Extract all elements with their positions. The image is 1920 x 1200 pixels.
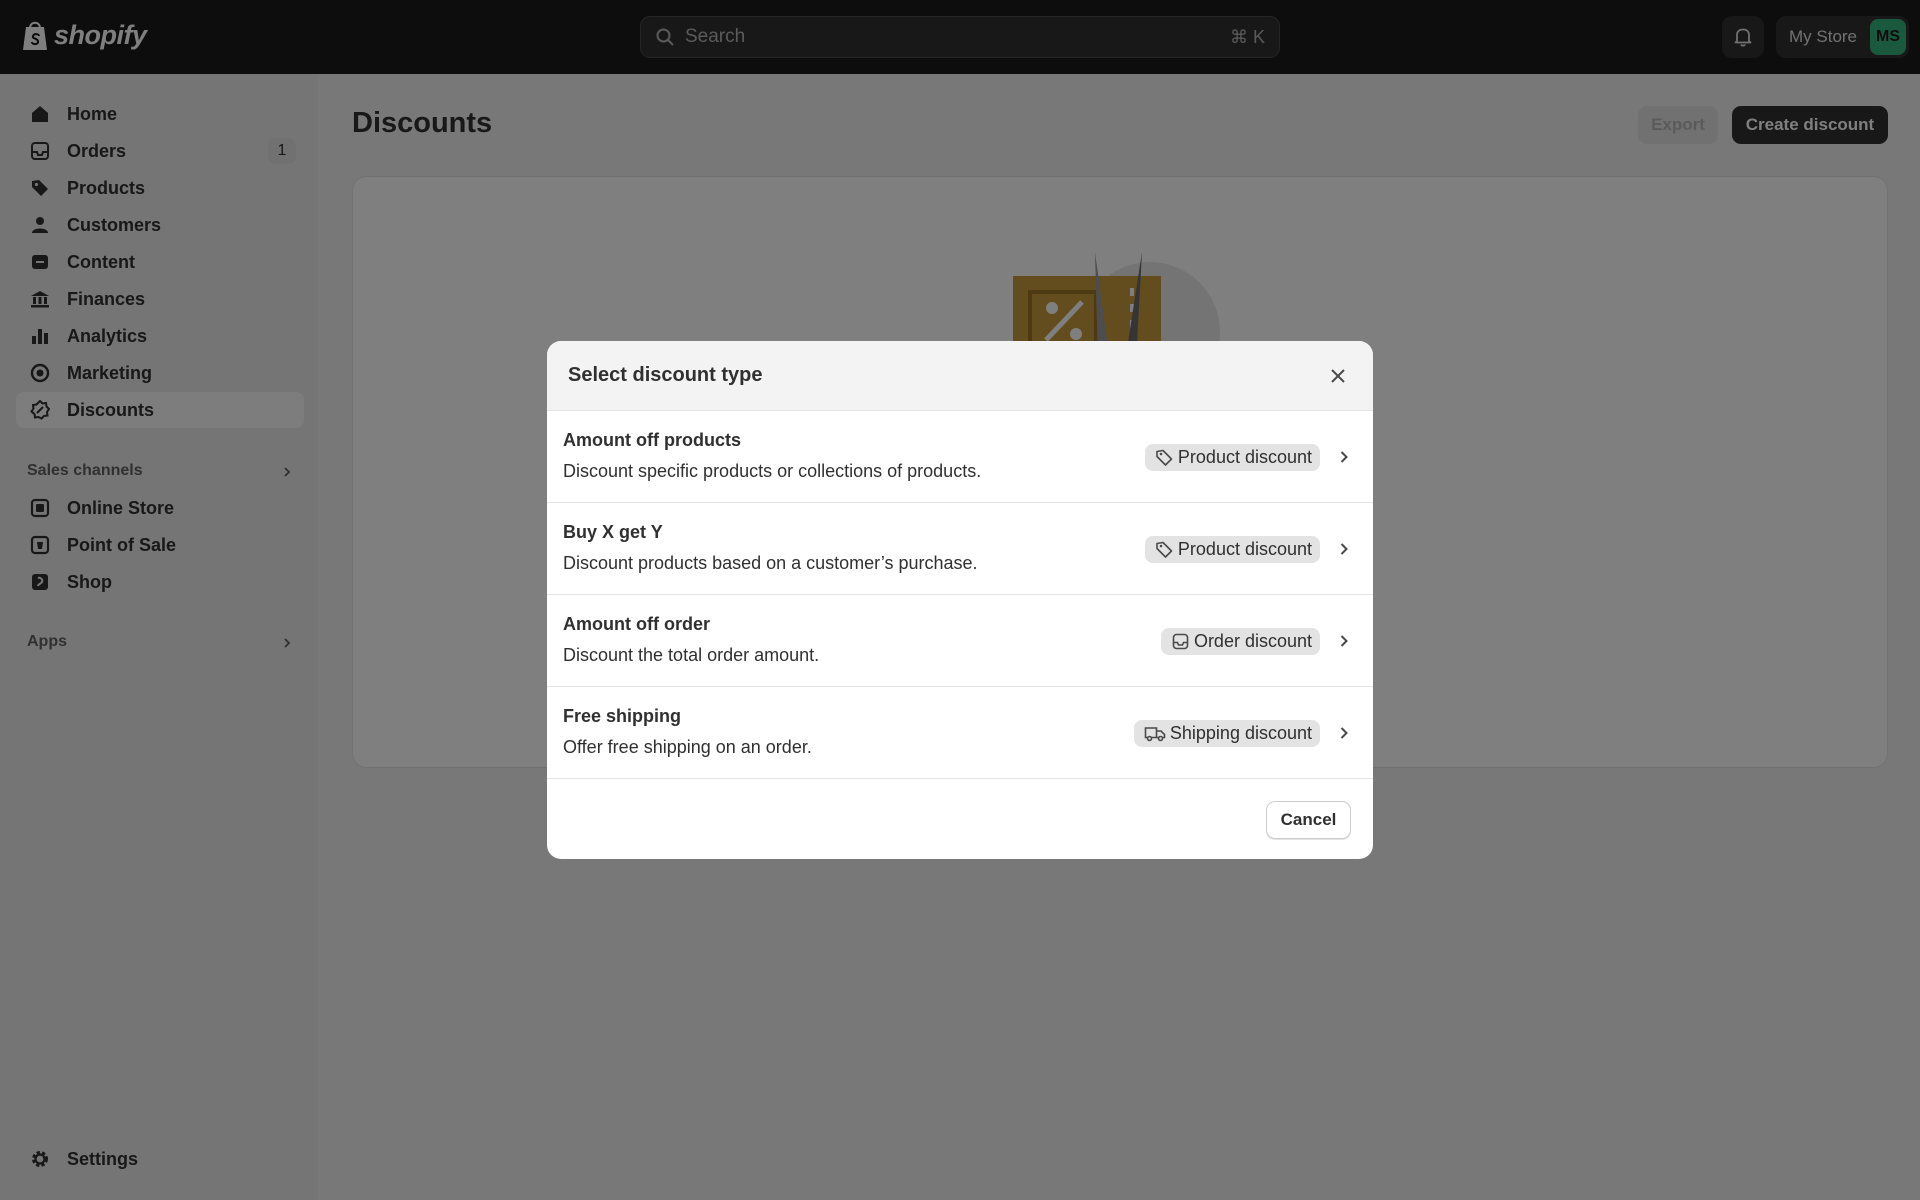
product-discount-badge: Product discount [1144,444,1320,471]
order-discount-badge: Order discount [1160,628,1320,655]
chevron-right-icon [1340,543,1348,555]
truck-icon [1144,727,1166,742]
shipping-discount-badge: Shipping discount [1133,720,1320,747]
option-title: Amount off order [563,614,710,634]
badge-label: Order discount [1193,631,1312,651]
chevron-right-icon [1340,635,1348,647]
badge-label: Product discount [1177,539,1312,559]
close-button[interactable] [1326,364,1350,388]
tag-icon [1156,541,1173,558]
option-description: Discount specific products or collection… [563,461,982,481]
select-discount-type-modal: Select discount type Amount off products… [547,341,1373,859]
tag-icon [1156,449,1173,466]
chevron-right-icon [1340,727,1348,739]
chevron-right-icon [1340,451,1348,463]
option-free-shipping[interactable]: Free shipping Offer free shipping on an … [547,687,1373,779]
modal-title: Select discount type [568,364,763,386]
cancel-button[interactable]: Cancel [1266,801,1351,839]
option-title: Buy X get Y [563,522,663,542]
order-icon [1172,633,1189,650]
modal-header: Select discount type [547,341,1373,411]
option-description: Discount products based on a customer’s … [563,553,978,573]
option-description: Discount the total order amount. [563,645,820,665]
option-amount-off-products[interactable]: Amount off products Discount specific pr… [547,411,1373,503]
option-description: Offer free shipping on an order. [563,737,812,757]
badge-label: Product discount [1177,447,1312,467]
product-discount-badge: Product discount [1144,536,1320,563]
close-icon [1331,369,1345,383]
option-buy-x-get-y[interactable]: Buy X get Y Discount products based on a… [547,503,1373,595]
option-title: Amount off products [563,430,741,450]
option-amount-off-order[interactable]: Amount off order Discount the total orde… [547,595,1373,687]
option-title: Free shipping [563,706,682,726]
badge-label: Shipping discount [1169,723,1312,743]
